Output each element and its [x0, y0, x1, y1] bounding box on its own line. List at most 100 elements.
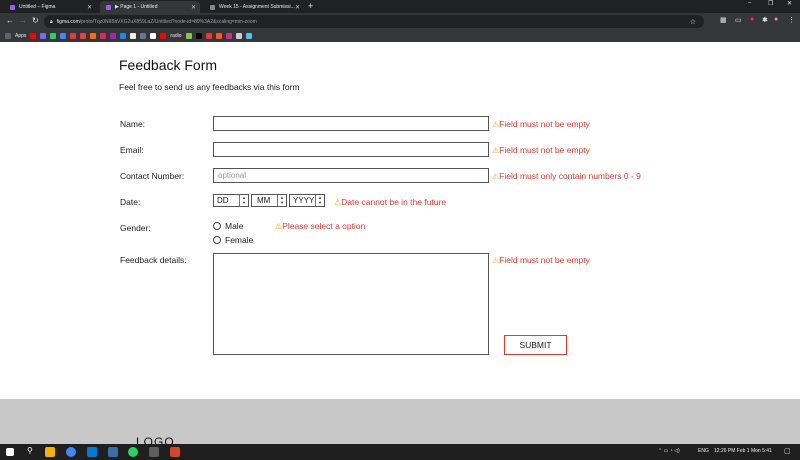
bookmark-icon[interactable]: [140, 33, 147, 39]
bookmark-icon[interactable]: [100, 33, 107, 39]
feedback-label: Feedback details:: [120, 255, 187, 265]
contact-error: ⚠Field must only contain numbers 0 - 9: [492, 171, 641, 181]
form-title: Feedback Form: [119, 57, 218, 73]
year-value: YYYY: [293, 196, 315, 205]
tab-week15[interactable]: Week 15 - Assignment Submissi... ✕: [204, 1, 304, 13]
tab-figma[interactable]: Untitled – Figma ✕: [4, 1, 96, 13]
gmail-icon[interactable]: [80, 33, 87, 39]
date-year-stepper[interactable]: YYYY ▲ ▼: [289, 194, 325, 207]
lock-icon: 🔒︎: [50, 18, 53, 25]
search-icon[interactable]: ⚲: [27, 446, 33, 455]
error-text: Date cannot be in the future: [341, 197, 447, 207]
powerpoint-icon[interactable]: [170, 447, 180, 457]
bookmark-icon[interactable]: [245, 33, 252, 39]
browser-toolbar: ← → ↻ 🔒︎ figma.com/proto/Tqz0NII8aVXG2uX…: [0, 13, 800, 30]
stepper-arrows-icon[interactable]: ▲ ▼: [239, 195, 248, 206]
error-text: Field must only contain numbers 0 - 9: [499, 171, 641, 181]
day-value: DD: [217, 196, 229, 205]
figma-icon: [106, 4, 111, 10]
gender-male-radio[interactable]: [213, 222, 221, 230]
docs-icon[interactable]: [60, 33, 67, 39]
reload-icon[interactable]: ↻: [32, 16, 39, 25]
gender-female-radio[interactable]: [213, 236, 221, 244]
submit-button[interactable]: SUBMIT: [504, 335, 567, 355]
avatar[interactable]: ●: [774, 16, 778, 23]
mail-icon[interactable]: [87, 447, 97, 457]
gender-male-label[interactable]: Male: [225, 221, 243, 231]
close-window-button[interactable]: ✕: [787, 0, 792, 7]
bookmark-icon[interactable]: [130, 33, 137, 39]
radio-icon: [160, 33, 167, 39]
tray-icons[interactable]: ⌃ ▭ ◔ ◁): [658, 448, 680, 454]
name-error: ⚠Field must not be empty: [492, 119, 590, 129]
back-icon[interactable]: ←: [6, 16, 14, 25]
file-explorer-icon[interactable]: [45, 447, 55, 457]
browser-tab-strip: Untitled – Figma ✕ ▶ Page 1 - Untitled ✕…: [0, 0, 800, 13]
close-tab-icon[interactable]: ✕: [191, 4, 196, 11]
instagram-icon[interactable]: [225, 33, 232, 39]
minimize-button[interactable]: –: [748, 0, 751, 6]
bookmark-icon[interactable]: [120, 33, 127, 39]
address-bar[interactable]: 🔒︎ figma.com/proto/Tqz0NII8aVXG2uX859LaZ…: [44, 15, 704, 28]
close-tab-icon[interactable]: ✕: [87, 4, 92, 11]
date-month-stepper[interactable]: MM ▲ ▼: [251, 194, 287, 207]
youtube-icon[interactable]: [30, 33, 37, 39]
menu-icon[interactable]: ⋮: [788, 16, 795, 24]
bookmark-apps[interactable]: Apps: [15, 33, 26, 39]
feedback-textarea[interactable]: [213, 253, 489, 355]
stepper-arrows-icon[interactable]: ▲ ▼: [315, 195, 324, 206]
stepper-arrows-icon[interactable]: ▲ ▼: [277, 195, 286, 206]
language-indicator[interactable]: ENG: [698, 448, 709, 454]
footer-logo: LOGO: [136, 435, 175, 444]
email-label: Email:: [120, 145, 144, 155]
chrome-icon[interactable]: [66, 447, 76, 457]
bookmark-icon[interactable]: [185, 33, 192, 39]
bookmark-icon[interactable]: [90, 33, 97, 39]
bookmark-icon[interactable]: [110, 33, 117, 39]
tab-label: Week 15 - Assignment Submissi...: [219, 4, 295, 10]
bookmark-icon[interactable]: [235, 33, 242, 39]
app-icon[interactable]: [149, 447, 159, 457]
name-field[interactable]: [213, 116, 489, 131]
extension-icon[interactable]: ▦: [720, 16, 727, 24]
whatsapp-icon[interactable]: [128, 447, 138, 457]
bookmark-icon[interactable]: [205, 33, 212, 39]
url-path: /proto/Tqz0NII8aVXG2uX859LaZ/Untitled?no…: [79, 18, 257, 25]
bookmark-icon[interactable]: [70, 33, 77, 39]
feedback-error: ⚠Field must not be empty: [492, 255, 590, 265]
date-day-stepper[interactable]: DD ▲ ▼: [213, 194, 249, 207]
email-field[interactable]: [213, 142, 489, 157]
close-tab-icon[interactable]: ✕: [295, 4, 300, 11]
figma-icon: [10, 4, 15, 10]
new-tab-button[interactable]: +: [308, 1, 313, 11]
bookmark-icon[interactable]: [215, 33, 222, 39]
star-icon[interactable]: ☆: [690, 18, 696, 26]
footer: LOGO: [0, 399, 800, 444]
url-host: figma.com: [56, 18, 80, 25]
email-error: ⚠Field must not be empty: [492, 145, 590, 155]
cast-icon[interactable]: ▭: [735, 16, 742, 24]
clock[interactable]: 12:26 PM Feb 1 Mon 5:41: [714, 448, 772, 454]
gender-female-label[interactable]: Female: [225, 235, 253, 245]
maximize-button[interactable]: ❐: [768, 0, 773, 7]
bookmark-radio[interactable]: radio: [170, 33, 181, 39]
tab-page1[interactable]: ▶ Page 1 - Untitled ✕: [100, 1, 200, 13]
name-label: Name:: [120, 119, 146, 129]
contact-label: Contact Number:: [120, 171, 185, 181]
error-text: Please select a option: [282, 221, 366, 231]
bookmarks-bar: Apps radio: [0, 30, 800, 42]
whatsapp-icon[interactable]: [50, 33, 57, 39]
windows-start-icon[interactable]: [6, 448, 14, 456]
bookmark-icon[interactable]: [40, 33, 47, 39]
tab-label: Untitled – Figma: [19, 4, 56, 10]
puzzle-icon[interactable]: ✱: [762, 16, 768, 24]
bookmark-icon[interactable]: [150, 33, 157, 39]
extension-badge-icon[interactable]: ●: [750, 16, 754, 23]
tiktok-icon[interactable]: [195, 33, 202, 39]
notification-icon[interactable]: ▢: [784, 447, 791, 455]
app-icon[interactable]: [108, 447, 118, 457]
error-text: Field must not be empty: [499, 255, 590, 265]
forward-icon[interactable]: →: [19, 16, 27, 25]
contact-number-field[interactable]: optional: [213, 168, 489, 183]
tab-label: ▶ Page 1 - Untitled: [115, 4, 158, 10]
